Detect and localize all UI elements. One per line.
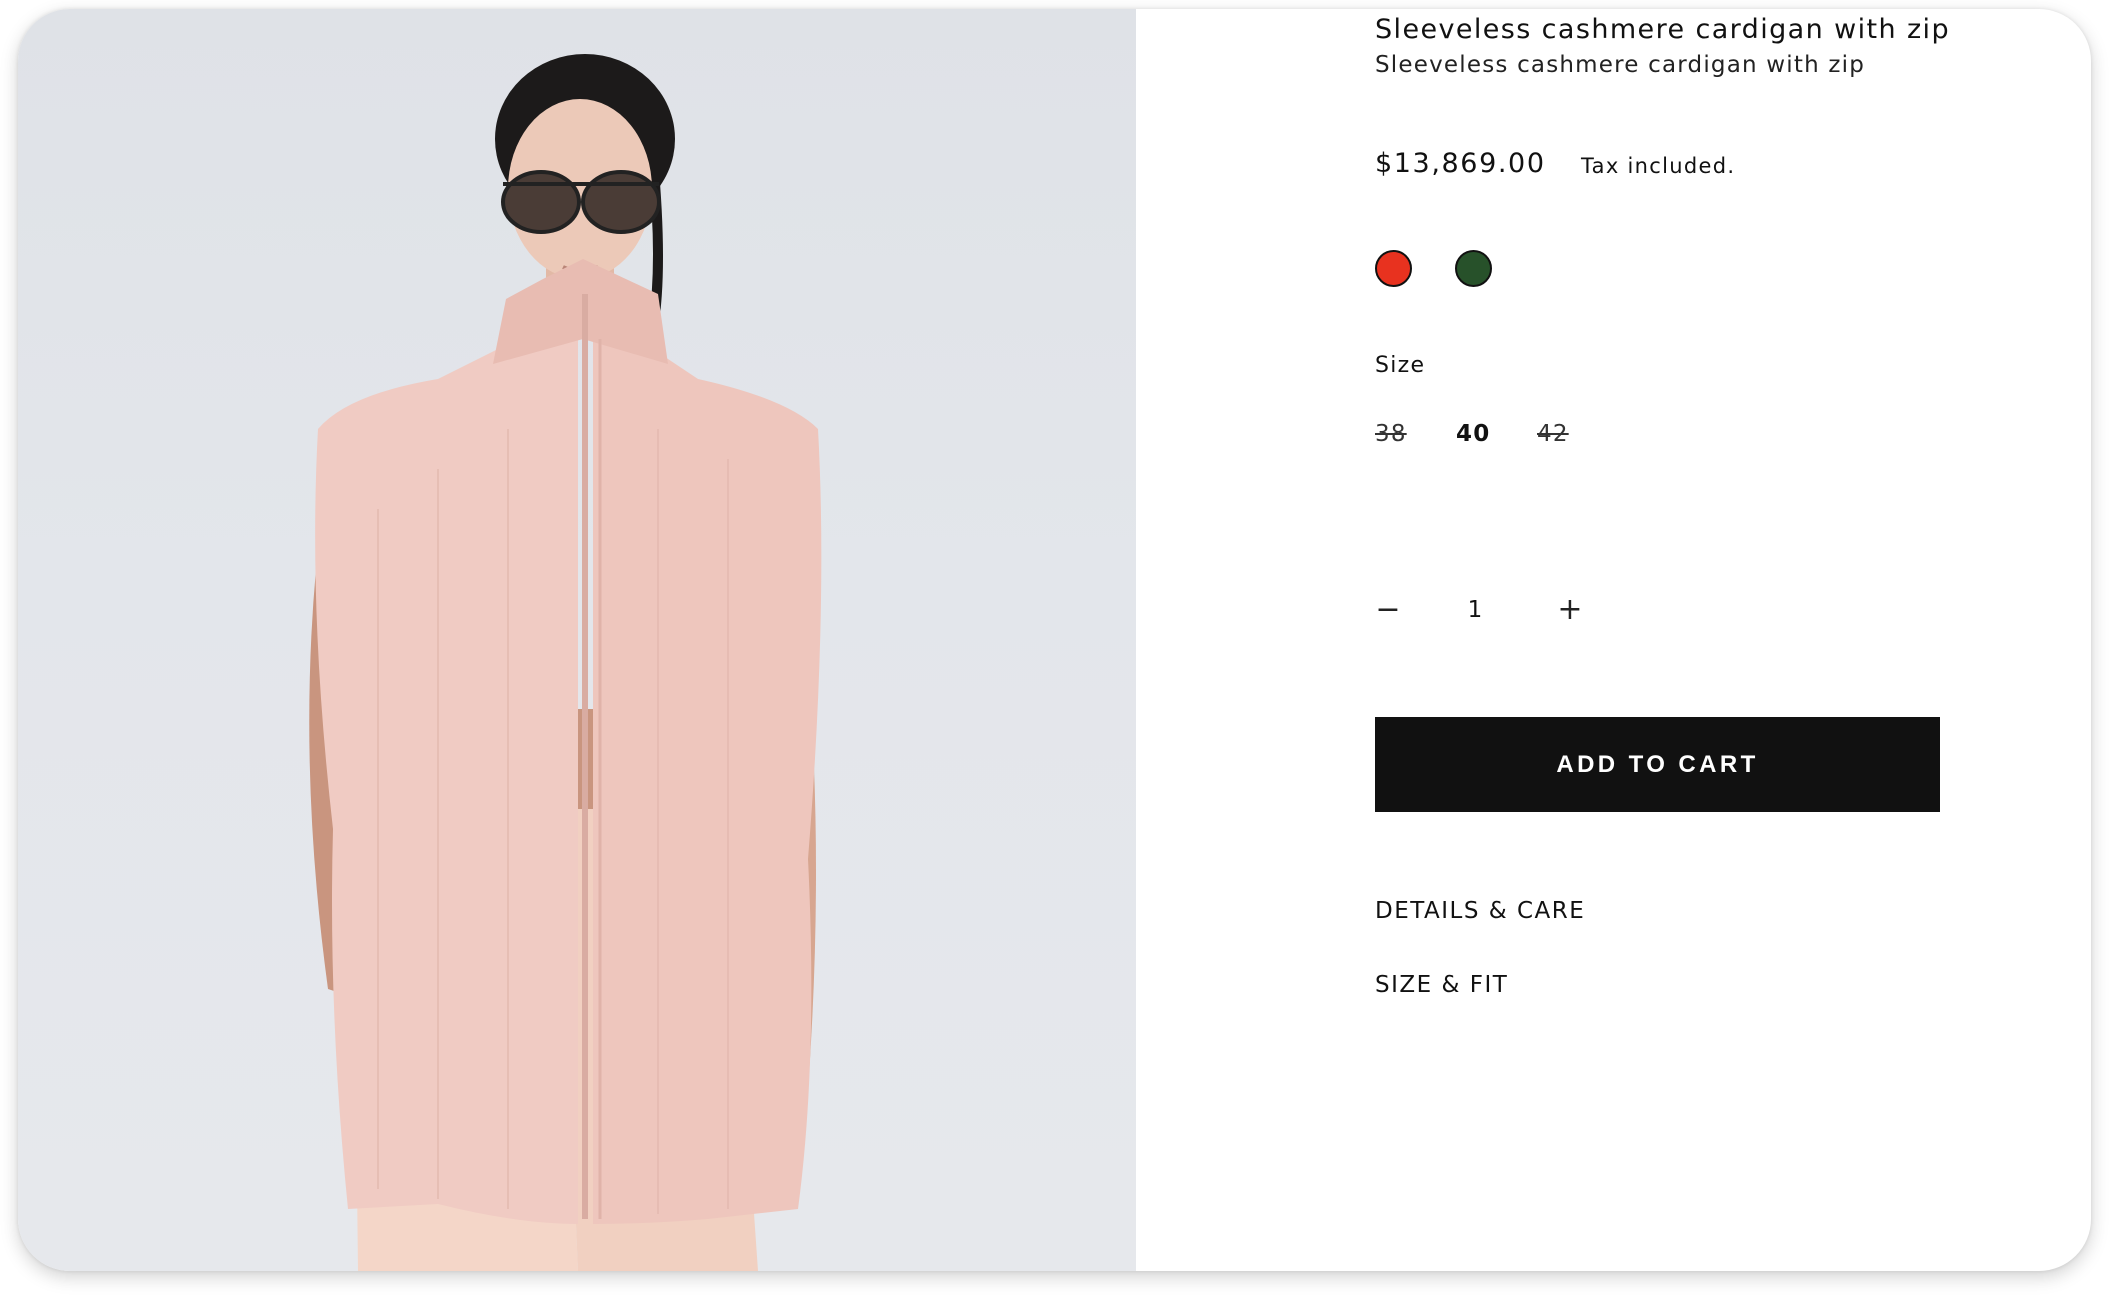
size-fit-accordion[interactable]: SIZE & FIT (1375, 972, 1508, 998)
product-page-frame: Sleeveless cashmere cardigan with zip Sl… (18, 9, 2091, 1271)
product-image (18, 9, 1136, 1271)
product-title: Sleeveless cashmere cardigan with zip (1375, 14, 1950, 45)
quantity-decrement-button[interactable]: − (1368, 590, 1408, 630)
quantity-increment-button[interactable]: + (1550, 590, 1590, 630)
model-illustration (309, 54, 822, 1271)
size-label: Size (1375, 353, 1426, 378)
details-care-accordion[interactable]: DETAILS & CARE (1375, 898, 1585, 924)
product-subtitle: Sleeveless cashmere cardigan with zip (1375, 52, 1866, 78)
color-swatch-red[interactable] (1375, 250, 1412, 287)
quantity-value[interactable]: 1 (1435, 597, 1515, 623)
size-option-40[interactable]: 40 (1456, 421, 1490, 447)
plus-icon: + (1557, 592, 1583, 627)
add-to-cart-label: ADD TO CART (1556, 750, 1759, 778)
tax-note: Tax included. (1581, 154, 1736, 178)
size-option-38[interactable]: 38 (1375, 421, 1407, 447)
minus-icon: − (1375, 592, 1401, 627)
add-to-cart-button[interactable]: ADD TO CART (1375, 717, 1940, 812)
color-swatch-green[interactable] (1455, 250, 1492, 287)
size-option-42[interactable]: 42 (1537, 421, 1569, 447)
product-price: $13,869.00 (1375, 148, 1546, 179)
